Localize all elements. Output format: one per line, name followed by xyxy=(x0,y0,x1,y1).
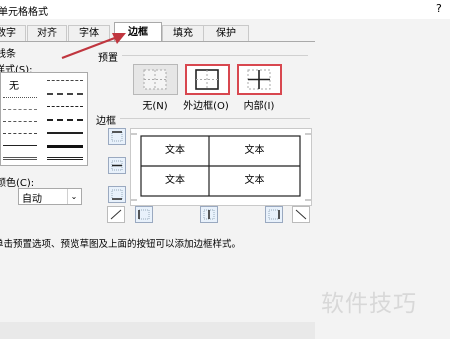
tab-protection[interactable]: 保护 xyxy=(203,25,249,41)
annotation-arrow-icon xyxy=(61,33,126,60)
border-title: 边框 xyxy=(96,116,116,127)
window-title: 单元格格式 xyxy=(0,7,48,18)
line-style-dotted[interactable] xyxy=(3,97,37,98)
border-top-button[interactable] xyxy=(108,128,126,145)
border-horizontal-icon xyxy=(111,160,123,171)
line-style-med-dash[interactable] xyxy=(47,119,83,121)
line-style-dashdot[interactable] xyxy=(47,80,83,81)
line-style-thick[interactable] xyxy=(47,145,83,148)
presets-separator xyxy=(122,55,308,56)
line-style-dashdot-thick[interactable] xyxy=(47,93,83,95)
line-style-none[interactable]: 无 xyxy=(9,77,19,92)
preset-inside-label: 内部(I) xyxy=(243,101,275,112)
preset-outline-label: 外边框(O) xyxy=(183,101,229,112)
line-style-dash[interactable] xyxy=(3,121,37,122)
tab-number[interactable]: 数字 xyxy=(0,25,26,41)
preset-outline-button[interactable] xyxy=(185,64,230,95)
border-center-button[interactable] xyxy=(200,206,218,223)
preset-none-icon xyxy=(143,69,167,90)
hint-text: 单击预置选项、预览草图及上面的按钮可以添加边框样式。 xyxy=(0,239,242,250)
border-diag-up-button[interactable] xyxy=(107,206,125,223)
preset-outline-icon xyxy=(195,69,219,90)
line-style-dash-med[interactable] xyxy=(3,133,37,134)
preview-cell: 文本 xyxy=(165,175,185,186)
border-separator xyxy=(120,118,310,119)
line-style-dash-small[interactable] xyxy=(3,109,37,110)
diagonal-down-icon xyxy=(295,209,307,220)
border-bottom-icon xyxy=(111,189,123,200)
border-top-icon xyxy=(111,131,123,142)
preview-cell: 文本 xyxy=(244,145,265,156)
border-right-button[interactable] xyxy=(265,206,283,223)
diagonal-up-icon xyxy=(110,209,122,220)
tab-underline xyxy=(0,41,315,42)
color-select-value: 自动 xyxy=(22,194,42,205)
border-vertical-icon xyxy=(203,209,215,220)
preview-cell: 文本 xyxy=(165,145,185,156)
dialog-bottom-area xyxy=(0,322,315,339)
border-right-icon xyxy=(268,209,280,220)
border-left-icon xyxy=(138,209,150,220)
border-bottom-button[interactable] xyxy=(108,186,126,203)
line-style-double-left[interactable] xyxy=(3,157,37,160)
color-select[interactable]: 自动 ⌄ xyxy=(18,188,82,205)
preset-none-button[interactable] xyxy=(133,64,178,95)
border-middle-button[interactable] xyxy=(108,157,126,174)
line-style-thin[interactable] xyxy=(3,145,37,146)
border-left-button[interactable] xyxy=(135,206,153,223)
title-bar: 单元格格式 ? xyxy=(0,0,450,19)
chevron-down-icon[interactable]: ⌄ xyxy=(67,189,80,204)
line-style-medium[interactable] xyxy=(47,132,83,134)
line-style-long-dash[interactable] xyxy=(47,106,83,107)
preset-inside-button[interactable] xyxy=(237,64,282,95)
line-section-title: 线条 xyxy=(0,49,16,60)
preview-cell: 文本 xyxy=(244,175,265,186)
line-style-list[interactable]: 无 xyxy=(0,72,88,166)
tab-fill[interactable]: 填充 xyxy=(162,25,204,41)
watermark: 软件技巧 xyxy=(321,291,417,317)
color-label: 颜色(C): xyxy=(0,178,35,189)
border-preview[interactable]: 文本 文本 文本 文本 xyxy=(130,128,312,206)
help-icon[interactable]: ? xyxy=(436,2,442,15)
line-style-double[interactable] xyxy=(47,157,83,160)
preset-inside-icon xyxy=(247,69,271,90)
border-diag-down-button[interactable] xyxy=(292,206,310,223)
